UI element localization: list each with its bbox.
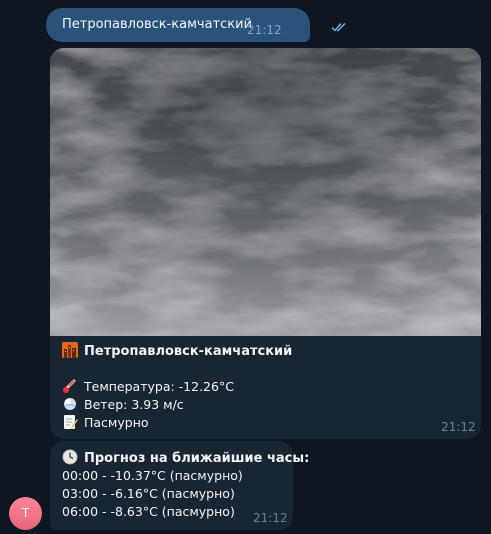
weather-message[interactable]: Петропавловск-камчатский Температура: -1… bbox=[50, 48, 481, 439]
forecast-message[interactable]: Прогноз на ближайшие часы: 00:00 - -10.3… bbox=[50, 441, 309, 530]
chat-area: Петропавловск-камчатский 21:12 Петропавл… bbox=[0, 0, 491, 534]
outgoing-message-time: 21:12 bbox=[247, 23, 282, 37]
thermometer-icon bbox=[63, 379, 76, 393]
double-check-icon bbox=[331, 23, 346, 32]
condition-text: Пасмурно bbox=[84, 415, 149, 430]
forecast-row: 00:00 - -10.37°C (пасмурно) bbox=[62, 468, 243, 483]
weather-card-body: Петропавловск-камчатский Температура: -1… bbox=[62, 342, 472, 432]
avatar[interactable]: T bbox=[9, 497, 42, 530]
weather-title-line: Петропавловск-камчатский bbox=[62, 342, 472, 360]
forecast-row: 03:00 - -6.16°C (пасмурно) bbox=[62, 486, 235, 501]
weather-city-title: Петропавловск-камчатский bbox=[84, 344, 293, 359]
forecast-heading-line: Прогноз на ближайшие часы: bbox=[62, 449, 309, 467]
cityscape-icon bbox=[62, 342, 78, 358]
cloudy-sky-photo[interactable] bbox=[50, 48, 481, 336]
condition-line: Пасмурно bbox=[62, 414, 472, 432]
forecast-heading: Прогноз на ближайшие часы: bbox=[84, 451, 310, 466]
forecast-message-time: 21:12 bbox=[253, 511, 288, 525]
weather-message-time: 21:12 bbox=[441, 420, 476, 434]
memo-icon bbox=[64, 415, 78, 429]
wind-icon bbox=[64, 398, 76, 410]
temperature-line: Температура: -12.26°C bbox=[62, 378, 472, 396]
outgoing-message[interactable]: Петропавловск-камчатский 21:12 bbox=[46, 8, 346, 42]
wind-line: Ветер: 3.93 м/с bbox=[62, 396, 472, 414]
temperature-text: Температура: -12.26°C bbox=[84, 379, 234, 394]
clock-icon bbox=[62, 449, 78, 465]
wind-text: Ветер: 3.93 м/с bbox=[84, 397, 184, 412]
outgoing-message-text: Петропавловск-камчатский bbox=[62, 17, 253, 32]
